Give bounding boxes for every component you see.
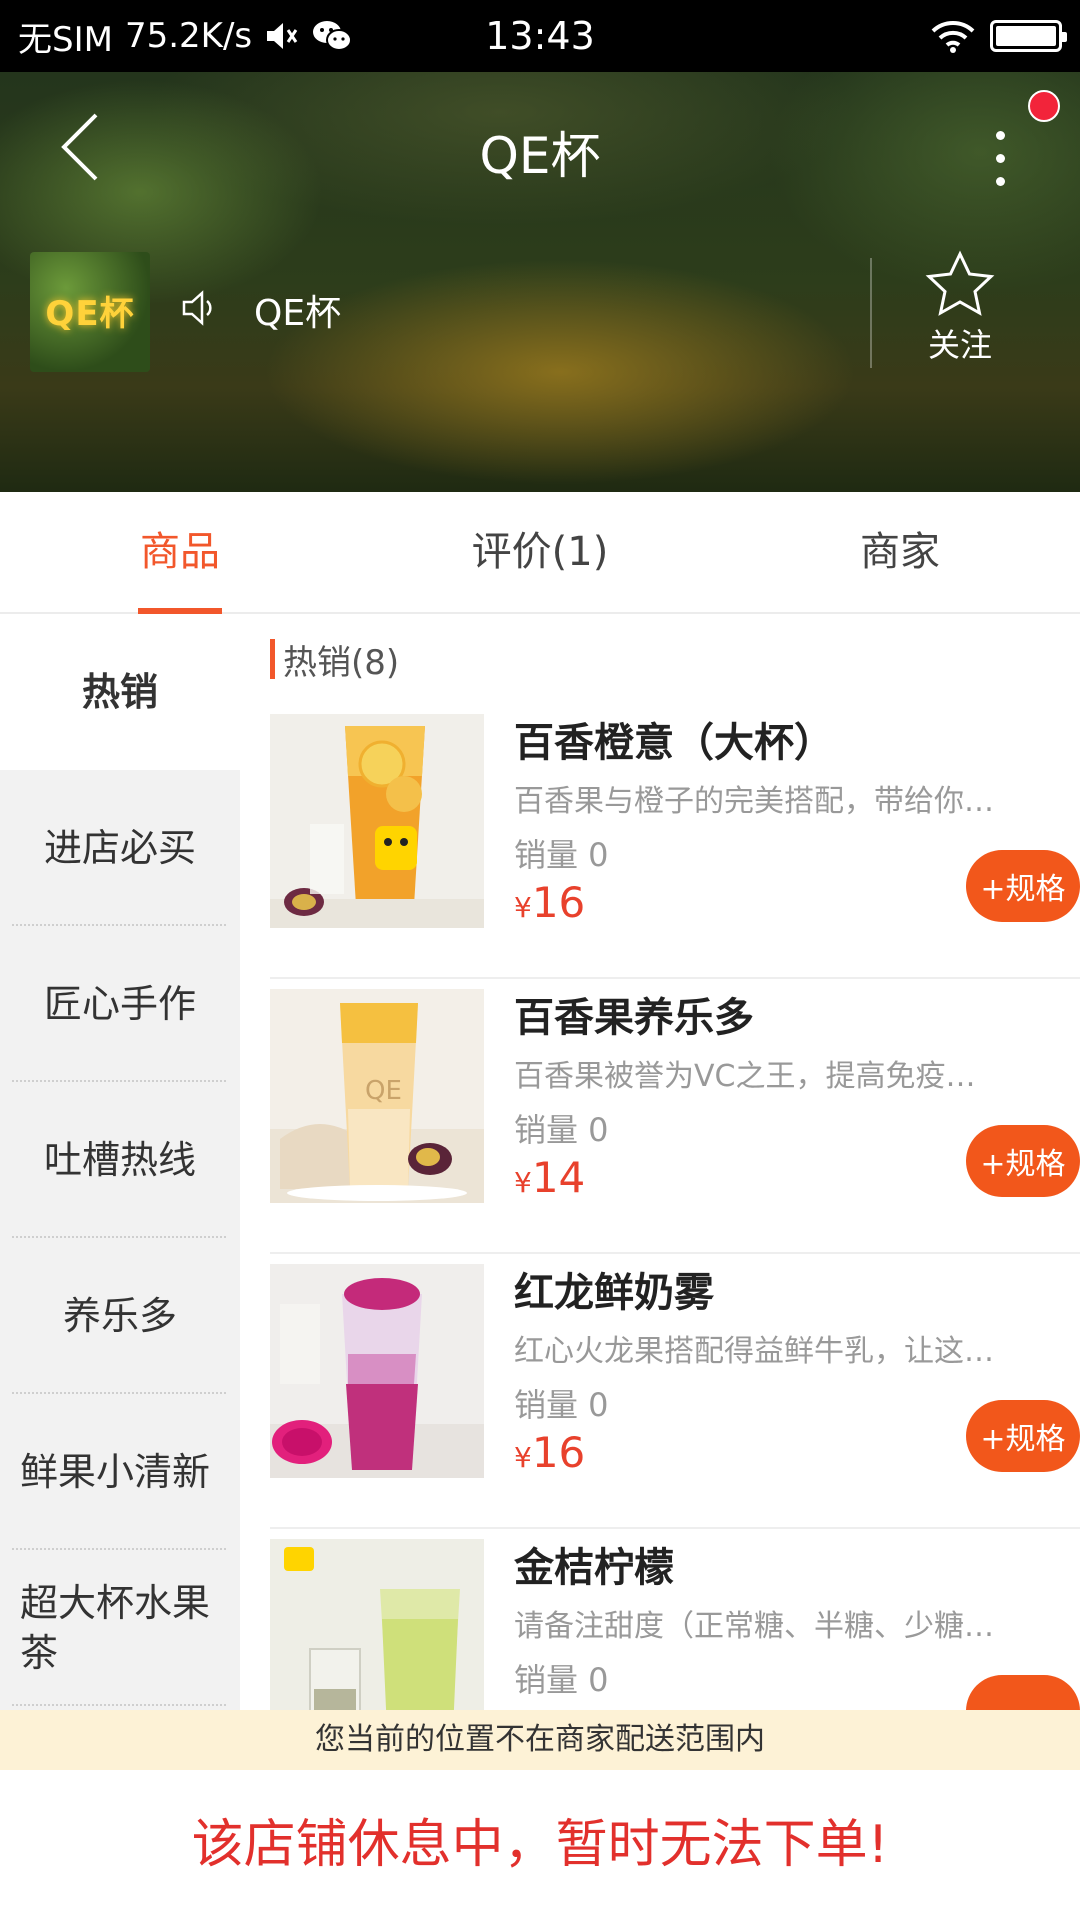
price-value: 16 [531, 878, 586, 927]
product-description: 红心火龙果搭配得益鲜牛乳，让这… [514, 1334, 994, 1369]
category-item-large-fruit-tea[interactable]: 超大杯水果茶 [0, 1550, 240, 1706]
shop-header: QE杯 QE杯 QE杯 关注 [0, 72, 1080, 492]
follow-button[interactable]: 关注 [900, 250, 1020, 370]
mute-icon [267, 23, 298, 49]
product-item[interactable]: 百香橙意（大杯） 百香果与橙子的完美搭配，带给你… 销量 0 ¥16 +规格 [270, 704, 1080, 979]
network-speed: 75.2K/s [124, 16, 253, 56]
product-item[interactable]: 红龙鲜奶雾 红心火龙果搭配得益鲜牛乳，让这… 销量 0 ¥16 +规格 [270, 1254, 1080, 1529]
back-arrow-icon [61, 113, 98, 181]
section-header: 热销(8) [240, 614, 1080, 704]
back-button[interactable] [40, 102, 120, 192]
tab-products[interactable]: 商品 [0, 492, 360, 614]
more-menu-button[interactable] [970, 108, 1030, 208]
price-value: 14 [531, 1153, 586, 1202]
product-image[interactable] [270, 714, 484, 928]
category-item-fresh-fruit[interactable]: 鲜果小清新 [0, 1394, 240, 1550]
battery-icon [990, 20, 1067, 52]
follow-label: 关注 [927, 326, 992, 364]
section-title: 热销(8) [283, 642, 400, 683]
product-sales: 销量 0 [514, 1386, 609, 1424]
category-item-yakult[interactable]: 养乐多 [0, 1238, 240, 1394]
product-item[interactable]: QE 百香果养乐多 百香果被誉为VC之王，提高免疫… 销量 0 ¥14 +规格 [270, 979, 1080, 1254]
more-dot-icon [995, 153, 1005, 163]
category-sidebar: 热销 进店必买 匠心手作 吐槽热线 养乐多 鲜果小清新 超大杯水果茶 [0, 614, 240, 1710]
status-bar: 无SIM 75.2K/s 13:43 [0, 0, 1080, 72]
product-list: 热销(8) 百香橙意（大杯） 百香果与橙子的完美搭配，带给你… 销量 0 ¥16 [240, 614, 1080, 1710]
select-spec-button[interactable]: +规格 [966, 1400, 1080, 1472]
category-item-handmade[interactable]: 匠心手作 [0, 926, 240, 1082]
tab-reviews[interactable]: 评价(1) [360, 492, 720, 612]
currency-symbol: ¥ [514, 891, 532, 924]
star-icon [925, 250, 995, 316]
svg-text:QE: QE [365, 1076, 402, 1106]
select-spec-button[interactable] [966, 1675, 1080, 1710]
select-spec-button[interactable]: +规格 [966, 1125, 1080, 1197]
shop-logo[interactable]: QE杯 [30, 252, 150, 372]
product-sales: 销量 0 [514, 1661, 609, 1699]
product-sales: 销量 0 [514, 1111, 609, 1149]
page-title: QE杯 [479, 127, 601, 185]
product-image[interactable] [270, 1264, 484, 1478]
product-description: 百香果被誉为VC之王，提高免疫… [514, 1059, 976, 1094]
product-name: 百香果养乐多 [514, 995, 754, 1041]
tab-merchant[interactable]: 商家 [720, 492, 1080, 612]
more-dot-icon [995, 176, 1005, 186]
product-name: 百香橙意（大杯） [514, 720, 834, 766]
select-spec-button[interactable]: +规格 [966, 850, 1080, 922]
product-name: 金桔柠檬 [514, 1545, 674, 1591]
price-value: 16 [531, 1428, 586, 1477]
currency-symbol: ¥ [514, 1166, 532, 1199]
product-price: ¥16 [514, 1428, 585, 1477]
product-name: 红龙鲜奶雾 [514, 1270, 714, 1316]
carrier-label: 无SIM [18, 19, 113, 60]
status-left: 无SIM 75.2K/s [18, 12, 353, 61]
wifi-icon [931, 21, 975, 53]
product-sales: 销量 0 [514, 836, 609, 874]
speaker-icon [182, 290, 212, 326]
product-item[interactable]: 金桔柠檬 请备注甜度（正常糖、半糖、少糖… 销量 0 [270, 1529, 1080, 1710]
tab-bar: 商品 评价(1) 商家 [0, 492, 1080, 614]
product-image[interactable]: QE [270, 989, 484, 1203]
product-image[interactable] [270, 1539, 484, 1710]
product-price: ¥14 [514, 1153, 585, 1202]
divider [870, 258, 872, 368]
notification-dot [1028, 90, 1060, 122]
shop-announcement[interactable]: QE杯 [254, 284, 341, 336]
app-screen: 无SIM 75.2K/s 13:43 QE杯 QE杯 QE杯 关注 商品 评价(… [0, 0, 1080, 1920]
shop-logo-text: QE杯 [45, 294, 135, 334]
product-price: ¥16 [514, 878, 585, 927]
category-item-hot[interactable]: 热销 [0, 614, 240, 770]
category-item-must-buy[interactable]: 进店必买 [0, 770, 240, 926]
product-description: 百香果与橙子的完美搭配，带给你… [514, 784, 994, 819]
delivery-range-notice: 您当前的位置不在商家配送范围内 [0, 1710, 1080, 1770]
wechat-icon [313, 21, 353, 51]
currency-symbol: ¥ [514, 1441, 532, 1474]
more-dot-icon [995, 130, 1005, 140]
shop-closed-banner: 该店铺休息中，暂时无法下单! [0, 1770, 1080, 1920]
section-marker [270, 639, 275, 679]
status-right [930, 19, 1067, 53]
product-description: 请备注甜度（正常糖、半糖、少糖… [514, 1609, 994, 1644]
category-item-feedback[interactable]: 吐槽热线 [0, 1082, 240, 1238]
